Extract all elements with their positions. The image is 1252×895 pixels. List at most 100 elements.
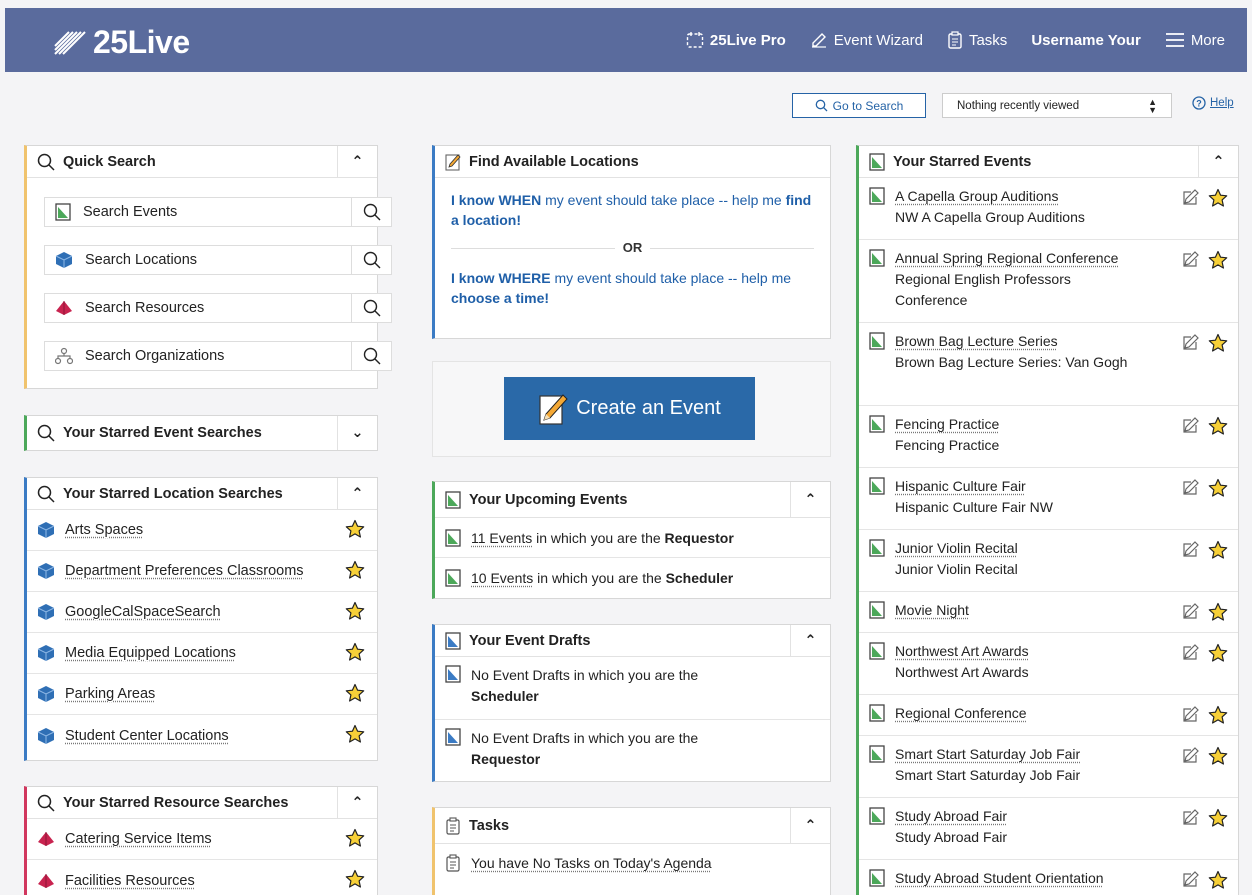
edit-event-button[interactable] bbox=[1182, 870, 1200, 893]
star-toggle[interactable] bbox=[1208, 250, 1228, 273]
go-to-search-button[interactable]: Go to Search bbox=[792, 93, 926, 118]
edit-event-button[interactable] bbox=[1182, 188, 1200, 211]
event-subtitle: Brown Bag Lecture Series: Van Gogh bbox=[895, 354, 1128, 370]
search-locations-item[interactable]: Search Locations bbox=[44, 245, 392, 275]
search-events-item[interactable]: Search Events bbox=[44, 197, 392, 227]
event-icon bbox=[445, 569, 461, 587]
star-toggle[interactable] bbox=[1208, 416, 1228, 439]
collapse-button[interactable]: ⌃ bbox=[790, 808, 830, 843]
star-toggle[interactable] bbox=[1208, 602, 1228, 625]
event-name-link[interactable]: Junior Violin Recital bbox=[895, 540, 1018, 556]
star-toggle[interactable] bbox=[345, 519, 365, 542]
collapse-button[interactable]: ⌃ bbox=[1198, 146, 1238, 177]
resource-search-link[interactable]: Facilities Resources bbox=[65, 873, 195, 889]
expand-button[interactable]: ⌄ bbox=[337, 416, 377, 450]
edit-event-button[interactable] bbox=[1182, 478, 1200, 501]
event-name-link[interactable]: Hispanic Culture Fair bbox=[895, 478, 1026, 494]
table-row: A Capella Group Auditions NW A Capella Gr… bbox=[859, 178, 1238, 240]
edit-event-button[interactable] bbox=[1182, 416, 1200, 439]
clipboard-icon bbox=[948, 31, 962, 49]
event-actions bbox=[1182, 746, 1228, 769]
star-toggle[interactable] bbox=[345, 724, 365, 747]
star-toggle[interactable] bbox=[345, 683, 365, 706]
star-toggle[interactable] bbox=[1208, 333, 1228, 356]
event-icon bbox=[445, 728, 461, 746]
star-toggle[interactable] bbox=[1208, 808, 1228, 831]
starred-event-searches-header[interactable]: Your Starred Event Searches ⌄ bbox=[27, 416, 377, 450]
event-name-link[interactable]: Fencing Practice bbox=[895, 416, 999, 432]
event-name-link[interactable]: Study Abroad Student Orientation bbox=[895, 870, 1104, 886]
event-name-link[interactable]: Annual Spring Regional Conference bbox=[895, 250, 1118, 266]
collapse-button[interactable]: ⌃ bbox=[337, 146, 377, 177]
search-locations-button[interactable] bbox=[351, 246, 391, 274]
edit-event-button[interactable] bbox=[1182, 540, 1200, 563]
collapse-button[interactable]: ⌃ bbox=[790, 625, 830, 656]
scheduler-events-link[interactable]: 10 Events bbox=[471, 570, 533, 586]
star-toggle[interactable] bbox=[345, 642, 365, 665]
app-logo[interactable]: 25Live bbox=[53, 24, 190, 61]
star-toggle[interactable] bbox=[1208, 643, 1228, 666]
event-text: Hispanic Culture Fair Hispanic Culture Fa… bbox=[895, 476, 1053, 518]
location-search-link[interactable]: GoogleCalSpaceSearch bbox=[65, 604, 221, 620]
edit-event-button[interactable] bbox=[1182, 746, 1200, 769]
create-event-button[interactable]: Create an Event bbox=[504, 377, 755, 440]
event-actions bbox=[1182, 333, 1228, 356]
pyramid-icon bbox=[38, 832, 54, 846]
star-icon bbox=[345, 642, 365, 661]
location-search-link[interactable]: Parking Areas bbox=[65, 686, 155, 702]
recently-viewed-select[interactable]: Nothing recently viewed ▲ ▼ bbox=[942, 93, 1172, 118]
collapse-button[interactable]: ⌃ bbox=[790, 482, 830, 517]
nav-more[interactable]: More bbox=[1165, 32, 1225, 49]
search-organizations-button[interactable] bbox=[351, 342, 391, 370]
requestor-events-link[interactable]: 11 Events bbox=[471, 530, 532, 546]
nav-event-wizard[interactable]: Event Wizard bbox=[810, 31, 923, 49]
event-name-link[interactable]: Movie Night bbox=[895, 602, 969, 618]
event-name-link[interactable]: A Capella Group Auditions bbox=[895, 188, 1058, 204]
find-location-link[interactable]: I know WHEN my event should take place -… bbox=[451, 190, 814, 230]
location-search-link[interactable]: Department Preferences Classrooms bbox=[65, 563, 304, 579]
edit-event-button[interactable] bbox=[1182, 808, 1200, 831]
collapse-button[interactable]: ⌃ bbox=[337, 787, 377, 818]
nav-user[interactable]: Username Your bbox=[1031, 32, 1141, 49]
edit-event-button[interactable] bbox=[1182, 602, 1200, 625]
edit-event-button[interactable] bbox=[1182, 333, 1200, 356]
list-item: Facilities Resources bbox=[27, 860, 377, 895]
location-search-link[interactable]: Arts Spaces bbox=[65, 522, 143, 538]
star-toggle[interactable] bbox=[1208, 705, 1228, 728]
edit-event-button[interactable] bbox=[1182, 705, 1200, 728]
event-name-link[interactable]: Smart Start Saturday Job Fair bbox=[895, 746, 1080, 762]
star-toggle[interactable] bbox=[345, 828, 365, 851]
nav-tasks[interactable]: Tasks bbox=[947, 31, 1007, 49]
event-name-link[interactable]: Regional Conference bbox=[895, 705, 1027, 721]
event-name-link[interactable]: Northwest Art Awards bbox=[895, 643, 1029, 659]
edit-event-button[interactable] bbox=[1182, 643, 1200, 666]
tasks-header: Tasks ⌃ bbox=[435, 808, 830, 844]
star-toggle[interactable] bbox=[345, 869, 365, 892]
star-toggle[interactable] bbox=[345, 560, 365, 583]
location-search-link[interactable]: Media Equipped Locations bbox=[65, 645, 236, 661]
event-name-link[interactable]: Study Abroad Fair bbox=[895, 808, 1007, 824]
search-events-button[interactable] bbox=[351, 198, 391, 226]
event-subtitle: Study Abroad Fair bbox=[895, 829, 1008, 845]
event-text: Brown Bag Lecture Series Brown Bag Lectur… bbox=[895, 331, 1127, 373]
edit-event-button[interactable] bbox=[1182, 250, 1200, 273]
star-toggle[interactable] bbox=[1208, 746, 1228, 769]
star-toggle[interactable] bbox=[345, 601, 365, 624]
star-toggle[interactable] bbox=[1208, 870, 1228, 893]
star-toggle[interactable] bbox=[1208, 478, 1228, 501]
edit-icon bbox=[1183, 747, 1199, 763]
search-organizations-item[interactable]: Search Organizations bbox=[44, 341, 392, 371]
help-link[interactable]: ? Help bbox=[1192, 96, 1234, 110]
search-resources-item[interactable]: Search Resources bbox=[44, 293, 392, 323]
event-name-link[interactable]: Brown Bag Lecture Series bbox=[895, 333, 1058, 349]
choose-time-link[interactable]: I know WHERE my event should take place … bbox=[451, 268, 814, 308]
nav-25live-pro[interactable]: 25Live Pro bbox=[686, 31, 786, 49]
hamburger-icon bbox=[1165, 33, 1184, 47]
tasks-agenda-link[interactable]: You have No Tasks on Today's Agenda bbox=[471, 855, 712, 871]
star-toggle[interactable] bbox=[1208, 540, 1228, 563]
location-search-link[interactable]: Student Center Locations bbox=[65, 728, 229, 744]
collapse-button[interactable]: ⌃ bbox=[337, 478, 377, 509]
resource-search-link[interactable]: Catering Service Items bbox=[65, 831, 212, 847]
search-resources-button[interactable] bbox=[351, 294, 391, 322]
star-toggle[interactable] bbox=[1208, 188, 1228, 211]
